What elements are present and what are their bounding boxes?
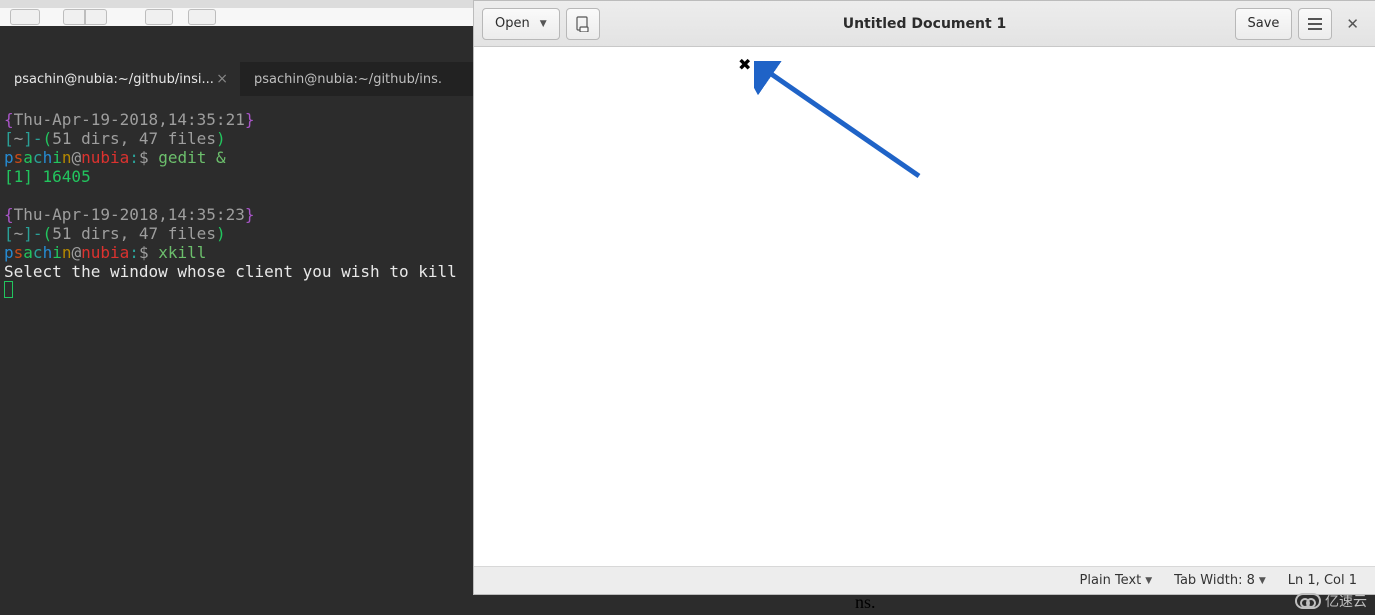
timestamp: Thu-Apr-19-2018,14:35:21 xyxy=(14,110,245,129)
open-button-label: Open xyxy=(495,16,530,31)
command-output: [1] 16405 xyxy=(4,167,91,186)
terminal-toolbar-button[interactable] xyxy=(10,9,40,25)
terminal-toolbar-button[interactable] xyxy=(188,9,216,25)
watermark-logo-icon xyxy=(1295,593,1321,609)
chevron-down-icon: ▼ xyxy=(1145,576,1152,586)
new-document-icon xyxy=(575,16,591,32)
syntax-mode-label: Plain Text xyxy=(1080,573,1142,588)
tab-width-label: Tab Width: 8 xyxy=(1174,573,1255,588)
page-fragment-text: ns. xyxy=(855,592,876,613)
dir-stat: 51 dirs, 47 files xyxy=(52,129,216,148)
gedit-headerbar: Open ▼ Untitled Document 1 Save ✕ xyxy=(474,1,1375,47)
cursor-position: Ln 1, Col 1 xyxy=(1288,573,1357,588)
close-window-button[interactable]: ✕ xyxy=(1338,15,1367,33)
terminal-tab-label: psachin@nubia:~/github/insi... xyxy=(14,72,214,87)
save-button[interactable]: Save xyxy=(1235,8,1293,40)
annotation-arrow xyxy=(754,61,954,201)
open-button[interactable]: Open ▼ xyxy=(482,8,560,40)
terminal-nav-forward-button[interactable] xyxy=(85,9,107,25)
cwd: ~ xyxy=(14,129,24,148)
syntax-mode-selector[interactable]: Plain Text ▼ xyxy=(1080,573,1153,588)
cursor-position-label: Ln 1, Col 1 xyxy=(1288,573,1357,588)
hamburger-menu-button[interactable] xyxy=(1298,8,1332,40)
terminal-tab[interactable]: psachin@nubia:~/github/ins. xyxy=(240,62,480,96)
close-icon: ✕ xyxy=(1346,15,1359,33)
command-text: xkill xyxy=(158,243,206,262)
prompt-host: nubia xyxy=(81,148,129,167)
gedit-statusbar: Plain Text ▼ Tab Width: 8 ▼ Ln 1, Col 1 xyxy=(474,566,1375,594)
tab-width-selector[interactable]: Tab Width: 8 ▼ xyxy=(1174,573,1266,588)
command-text: gedit & xyxy=(158,148,225,167)
close-icon[interactable]: × xyxy=(216,71,228,87)
terminal-tab-label: psachin@nubia:~/github/ins. xyxy=(254,72,442,87)
cwd: ~ xyxy=(14,224,24,243)
dir-stat: 51 dirs, 47 files xyxy=(52,224,216,243)
prompt-host: nubia xyxy=(81,243,129,262)
chevron-down-icon: ▼ xyxy=(540,19,547,29)
terminal-toolbar-button[interactable] xyxy=(145,9,173,25)
terminal-cursor xyxy=(4,281,13,298)
xkill-cursor-icon: ✖ xyxy=(738,55,751,74)
watermark: 亿速云 xyxy=(1295,591,1367,611)
timestamp: Thu-Apr-19-2018,14:35:23 xyxy=(14,205,245,224)
command-output: Select the window whose client you wish … xyxy=(4,262,457,281)
terminal-tab[interactable]: psachin@nubia:~/github/insi... × xyxy=(0,62,240,96)
hamburger-icon xyxy=(1308,18,1322,30)
new-tab-button[interactable] xyxy=(566,8,600,40)
watermark-text: 亿速云 xyxy=(1325,591,1367,611)
gedit-window: Open ▼ Untitled Document 1 Save ✕ ✖ xyxy=(473,0,1375,595)
chevron-down-icon: ▼ xyxy=(1259,576,1266,586)
terminal-nav-back-button[interactable] xyxy=(63,9,85,25)
gedit-text-area[interactable]: ✖ xyxy=(474,47,1375,566)
save-button-label: Save xyxy=(1248,16,1280,31)
